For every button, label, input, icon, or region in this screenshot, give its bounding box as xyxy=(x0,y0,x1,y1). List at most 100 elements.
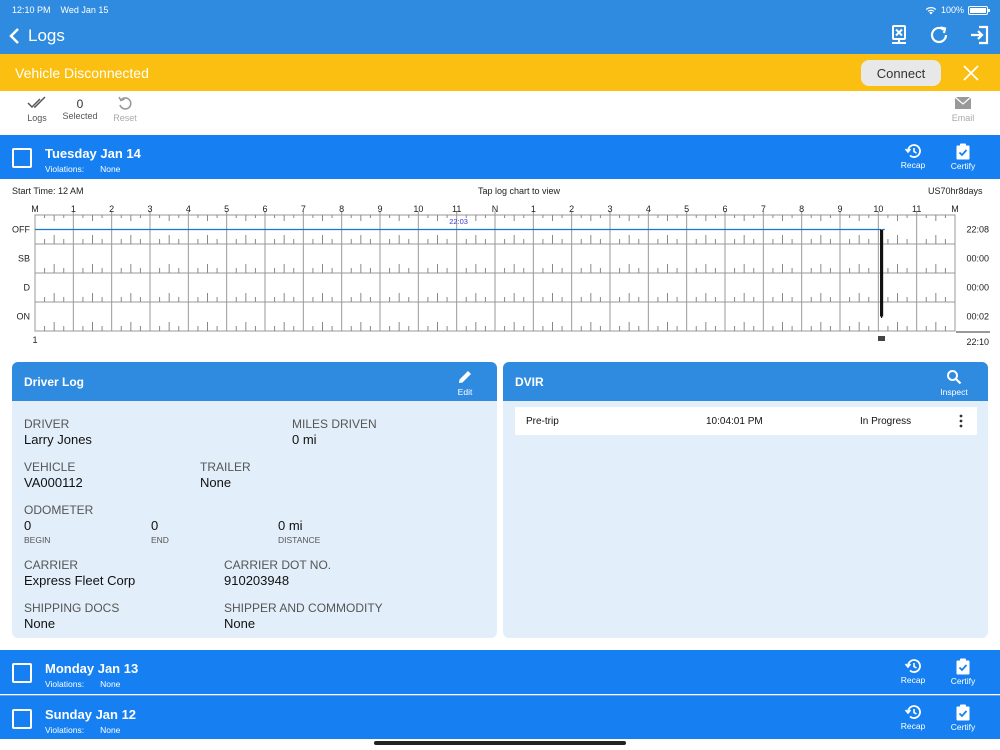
day-row-jan14[interactable]: Tuesday Jan 14 Violations: None Recap Cer… xyxy=(0,135,1000,179)
clipboard-check-icon xyxy=(956,143,970,160)
selected-counter: 0 Selected xyxy=(60,95,100,121)
dvir-time: 10:04:01 PM xyxy=(706,416,763,427)
vehicle-label: VEHICLE xyxy=(24,460,76,474)
email-label: Email xyxy=(951,113,975,123)
log-chart[interactable]: M 1 2 3 4 5 6 7 8 9 10 11 N 1 2 3 4 5 6 7 8 9 10 11 M OFF SB D ON 22:… xyxy=(0,200,1000,350)
chart-hour-label: 10 xyxy=(413,204,423,214)
selected-label: Selected xyxy=(62,111,98,121)
clipboard-check-icon xyxy=(956,658,970,675)
chart-hour-label: N xyxy=(492,204,499,214)
odometer-distance-label: DISTANCE xyxy=(278,535,321,545)
shipping-docs-value: None xyxy=(24,616,56,631)
chart-ruleset: US70hr8days xyxy=(928,186,983,196)
vehicle-disconnected-banner: Vehicle Disconnected Connect xyxy=(0,54,1000,91)
status-bar: 12:10 PM Wed Jan 15 100% xyxy=(12,4,990,16)
recap-button[interactable]: Recap xyxy=(893,658,933,685)
violations-label: Violations: xyxy=(45,679,85,689)
certify-label: Certify xyxy=(950,161,976,171)
dvir-row[interactable]: Pre-trip 10:04:01 PM In Progress xyxy=(515,407,977,435)
chart-hour-label: 6 xyxy=(262,204,267,214)
certify-button[interactable]: Certify xyxy=(943,143,983,171)
recap-label: Recap xyxy=(900,675,926,685)
dot-value: 910203948 xyxy=(224,573,290,588)
odometer-label: ODOMETER xyxy=(24,503,94,517)
chart-hour-label: 7 xyxy=(761,204,766,214)
dvir-type: Pre-trip xyxy=(526,416,559,427)
driver-log-card: Driver Log Edit DRIVER Larry Jones MILES… xyxy=(12,362,497,638)
chart-row-label: SB xyxy=(18,254,30,264)
chart-hour-label: 9 xyxy=(837,204,842,214)
inspect-label: Inspect xyxy=(940,387,968,397)
carrier-value: Express Fleet Corp xyxy=(24,573,136,588)
chart-hour-label: 4 xyxy=(186,204,191,214)
violations-value: None xyxy=(100,164,121,174)
odometer-end-label: END xyxy=(151,535,169,545)
undo-icon xyxy=(118,96,132,110)
day-violations: Violations: None xyxy=(45,725,120,735)
more-vertical-icon[interactable] xyxy=(958,414,964,428)
history-icon xyxy=(904,659,921,673)
odometer-begin-label: BEGIN xyxy=(24,535,51,545)
recap-label: Recap xyxy=(900,721,926,731)
refresh-icon[interactable] xyxy=(928,24,950,46)
trailer-label: TRAILER xyxy=(200,460,251,474)
day-date: Tuesday Jan 14 xyxy=(45,146,141,161)
inspect-button[interactable]: Inspect xyxy=(936,369,972,397)
certify-label: Certify xyxy=(950,722,976,732)
edit-label: Edit xyxy=(457,387,473,397)
day-row-jan12[interactable]: Sunday Jan 12 Violations: None Recap Cert… xyxy=(0,695,1000,739)
email-button[interactable]: Email xyxy=(946,95,980,123)
logs-select-all-button[interactable]: Logs xyxy=(22,95,52,123)
double-check-icon xyxy=(27,96,46,109)
driver-value: Larry Jones xyxy=(24,432,92,447)
page-title: Logs xyxy=(28,26,65,45)
back-button[interactable]: Logs xyxy=(8,24,65,48)
certify-button[interactable]: Certify xyxy=(943,658,983,686)
recap-button[interactable]: Recap xyxy=(893,143,933,170)
chevron-left-icon xyxy=(9,28,19,44)
chart-hint: Tap log chart to view xyxy=(478,186,561,196)
commodity-value: None xyxy=(224,616,256,631)
selected-count: 0 xyxy=(76,97,84,111)
odometer-begin: 0 xyxy=(24,518,32,533)
connect-button[interactable]: Connect xyxy=(861,60,941,86)
miles-label: MILES DRIVEN xyxy=(292,417,377,431)
device-x-icon[interactable] xyxy=(888,24,910,46)
certify-button[interactable]: Certify xyxy=(943,704,983,732)
dvir-status: In Progress xyxy=(860,416,912,427)
recap-button[interactable]: Recap xyxy=(893,704,933,731)
day-violations: Violations: None xyxy=(45,164,120,174)
day-date: Sunday Jan 12 xyxy=(45,707,137,722)
chart-row-total: 00:02 xyxy=(966,312,989,322)
chart-hour-label: 7 xyxy=(301,204,306,214)
violations-label: Violations: xyxy=(45,725,85,735)
chart-hour-label: 11 xyxy=(912,204,921,214)
chart-hour-label: M xyxy=(31,204,39,214)
dvir-title: DVIR xyxy=(515,375,544,389)
day-checkbox[interactable] xyxy=(12,663,32,683)
edit-button[interactable]: Edit xyxy=(453,369,477,397)
chart-hour-label: 1 xyxy=(531,204,536,214)
clipboard-check-icon xyxy=(956,704,970,721)
day-checkbox[interactable] xyxy=(12,709,32,729)
day-row-jan13[interactable]: Monday Jan 13 Violations: None Recap Cert… xyxy=(0,650,1000,694)
chart-hour-label: 4 xyxy=(646,204,651,214)
logout-icon[interactable] xyxy=(968,24,990,46)
chart-hour-label: 1 xyxy=(71,204,76,214)
chart-hour-label: 9 xyxy=(377,204,382,214)
close-icon[interactable] xyxy=(961,63,981,83)
chart-hour-label: M xyxy=(951,204,959,214)
day-checkbox[interactable] xyxy=(12,148,32,168)
shipping-docs-label: SHIPPING DOCS xyxy=(24,601,120,615)
vehicle-value: VA000112 xyxy=(24,475,83,490)
chart-bottom-label: 1 xyxy=(32,335,37,345)
violations-label: Violations: xyxy=(45,164,85,174)
chart-event-marker xyxy=(878,336,886,341)
chart-hour-label: 11 xyxy=(452,204,461,214)
chart-total-sum: 22:10 xyxy=(966,337,989,347)
miles-value: 0 mi xyxy=(292,432,317,447)
driver-log-title: Driver Log xyxy=(24,375,85,389)
battery-icon xyxy=(968,5,990,15)
chart-row-label: ON xyxy=(17,312,31,322)
reset-button[interactable]: Reset xyxy=(108,95,142,123)
